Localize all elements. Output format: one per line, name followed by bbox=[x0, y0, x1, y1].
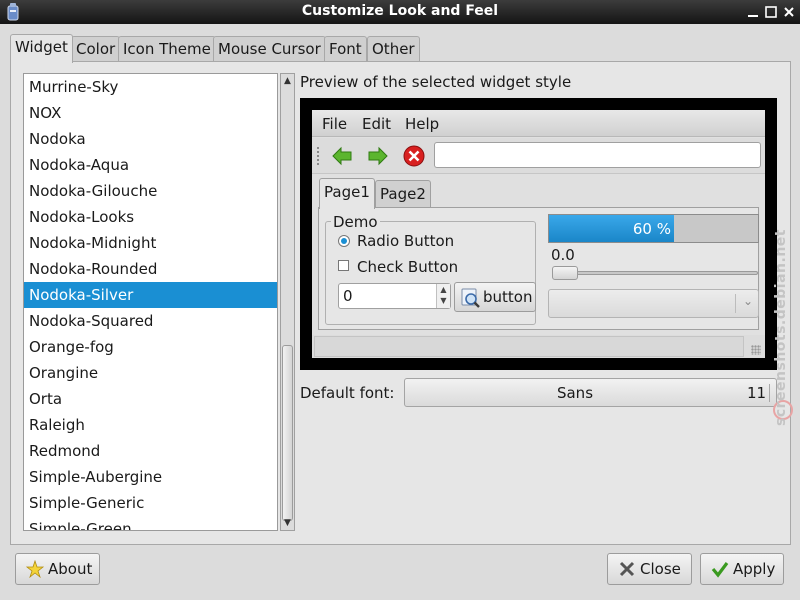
list-item[interactable]: Simple-Generic bbox=[24, 490, 277, 516]
list-item[interactable]: Simple-Green bbox=[24, 516, 277, 530]
list-item[interactable]: NOX bbox=[24, 100, 277, 126]
preview-combo-box[interactable]: ⌄ bbox=[548, 289, 759, 318]
close-window-icon[interactable] bbox=[781, 4, 797, 20]
theme-list[interactable]: Murrine-Sky NOX Nodoka Nodoka-Aqua Nodok… bbox=[23, 73, 278, 531]
check-button[interactable] bbox=[338, 260, 349, 271]
statusbar-field bbox=[314, 336, 744, 357]
widget-preview: File Edit Help Page1 Page2 Demo Radio Bu… bbox=[300, 98, 777, 370]
check-button-label[interactable]: Check Button bbox=[357, 258, 458, 276]
preview-page: Demo Radio Button Check Button 0 ▲ ▼ butt… bbox=[318, 207, 759, 330]
scroll-down-icon[interactable]: ▼ bbox=[281, 516, 294, 530]
spin-value: 0 bbox=[343, 287, 353, 305]
preview-window: File Edit Help Page1 Page2 Demo Radio Bu… bbox=[312, 110, 765, 358]
scale-value: 0.0 bbox=[551, 246, 575, 264]
preview-tab-page2[interactable]: Page2 bbox=[375, 180, 431, 208]
stop-icon[interactable] bbox=[402, 144, 426, 168]
list-item[interactable]: Nodoka-Rounded bbox=[24, 256, 277, 282]
scale-trough[interactable] bbox=[552, 271, 758, 275]
font-size: 11 bbox=[747, 384, 767, 402]
preview-button[interactable]: button bbox=[454, 282, 536, 312]
spin-button[interactable]: 0 ▲ ▼ bbox=[338, 283, 451, 309]
preview-statusbar bbox=[312, 335, 765, 358]
progress-bar: 60 % bbox=[548, 214, 759, 243]
checkmark-icon bbox=[711, 562, 729, 578]
scroll-up-icon[interactable]: ▲ bbox=[281, 74, 294, 88]
preview-toolbar bbox=[312, 138, 765, 174]
menu-help[interactable]: Help bbox=[405, 115, 439, 133]
theme-list-scrollbar[interactable]: ▲ ▼ bbox=[280, 73, 295, 531]
tab-widget[interactable]: Widget bbox=[10, 34, 73, 63]
title-bar: Customize Look and Feel bbox=[0, 0, 800, 24]
resize-grip-icon[interactable] bbox=[751, 345, 761, 355]
tab-icon-theme[interactable]: Icon Theme bbox=[118, 36, 216, 62]
list-item[interactable]: Nodoka-Midnight bbox=[24, 230, 277, 256]
magnifier-icon bbox=[461, 288, 480, 308]
preview-menubar: File Edit Help bbox=[312, 110, 765, 137]
list-item[interactable]: Nodoka-Squared bbox=[24, 308, 277, 334]
minimize-icon[interactable] bbox=[745, 4, 761, 20]
scale-slider[interactable] bbox=[552, 266, 578, 280]
list-item[interactable]: Nodoka-Gilouche bbox=[24, 178, 277, 204]
toolbar-handle[interactable] bbox=[317, 147, 320, 165]
list-item[interactable]: Nodoka-Aqua bbox=[24, 152, 277, 178]
list-item[interactable]: Orange-fog bbox=[24, 334, 277, 360]
list-item[interactable]: Orta bbox=[24, 386, 277, 412]
about-button-label: About bbox=[48, 560, 93, 578]
combo-separator bbox=[735, 294, 736, 313]
list-item[interactable]: Nodoka bbox=[24, 126, 277, 152]
radio-button[interactable] bbox=[338, 235, 350, 247]
watermark: screenshots.debian.net bbox=[773, 229, 789, 426]
tab-other[interactable]: Other bbox=[367, 36, 420, 62]
window-title: Customize Look and Feel bbox=[301, 3, 499, 19]
spin-arrows-icon[interactable]: ▲ ▼ bbox=[436, 284, 450, 308]
list-item[interactable]: Raleigh bbox=[24, 412, 277, 438]
default-font-label: Default font: bbox=[300, 384, 395, 402]
list-item[interactable]: Redmond bbox=[24, 438, 277, 464]
list-item[interactable]: Orangine bbox=[24, 360, 277, 386]
preview-tab-page1[interactable]: Page1 bbox=[319, 178, 375, 209]
font-separator bbox=[769, 384, 770, 402]
about-button[interactable]: About bbox=[15, 553, 100, 585]
demo-frame-label: Demo bbox=[331, 213, 380, 231]
close-x-icon bbox=[619, 561, 635, 577]
back-arrow-icon[interactable] bbox=[330, 144, 354, 168]
forward-arrow-icon[interactable] bbox=[366, 144, 390, 168]
preview-button-label: button bbox=[483, 288, 533, 306]
tab-mouse-cursor[interactable]: Mouse Cursor bbox=[213, 36, 326, 62]
apply-button-label: Apply bbox=[733, 560, 776, 578]
maximize-icon[interactable] bbox=[763, 4, 779, 20]
chevron-down-icon[interactable]: ⌄ bbox=[743, 294, 753, 308]
star-icon bbox=[26, 560, 44, 578]
close-button-label: Close bbox=[640, 560, 681, 578]
font-chooser-button[interactable]: Sans 11 bbox=[404, 378, 777, 407]
font-name: Sans bbox=[556, 384, 594, 402]
scrollbar-thumb[interactable] bbox=[282, 345, 293, 521]
apply-button[interactable]: Apply bbox=[700, 553, 784, 585]
list-item[interactable]: Simple-Aubergine bbox=[24, 464, 277, 490]
tab-color[interactable]: Color bbox=[71, 36, 121, 62]
preview-text-entry[interactable] bbox=[434, 142, 761, 168]
list-item[interactable]: Nodoka-Looks bbox=[24, 204, 277, 230]
menu-file[interactable]: File bbox=[322, 115, 347, 133]
tab-font[interactable]: Font bbox=[324, 36, 367, 62]
progress-text: 60 % bbox=[632, 220, 671, 238]
list-item-selected[interactable]: Nodoka-Silver bbox=[24, 282, 277, 308]
preview-label: Preview of the selected widget style bbox=[300, 73, 572, 91]
close-button[interactable]: Close bbox=[607, 553, 692, 585]
list-item[interactable]: Murrine-Sky bbox=[24, 74, 277, 100]
menu-edit[interactable]: Edit bbox=[362, 115, 391, 133]
radio-button-label[interactable]: Radio Button bbox=[357, 232, 454, 250]
